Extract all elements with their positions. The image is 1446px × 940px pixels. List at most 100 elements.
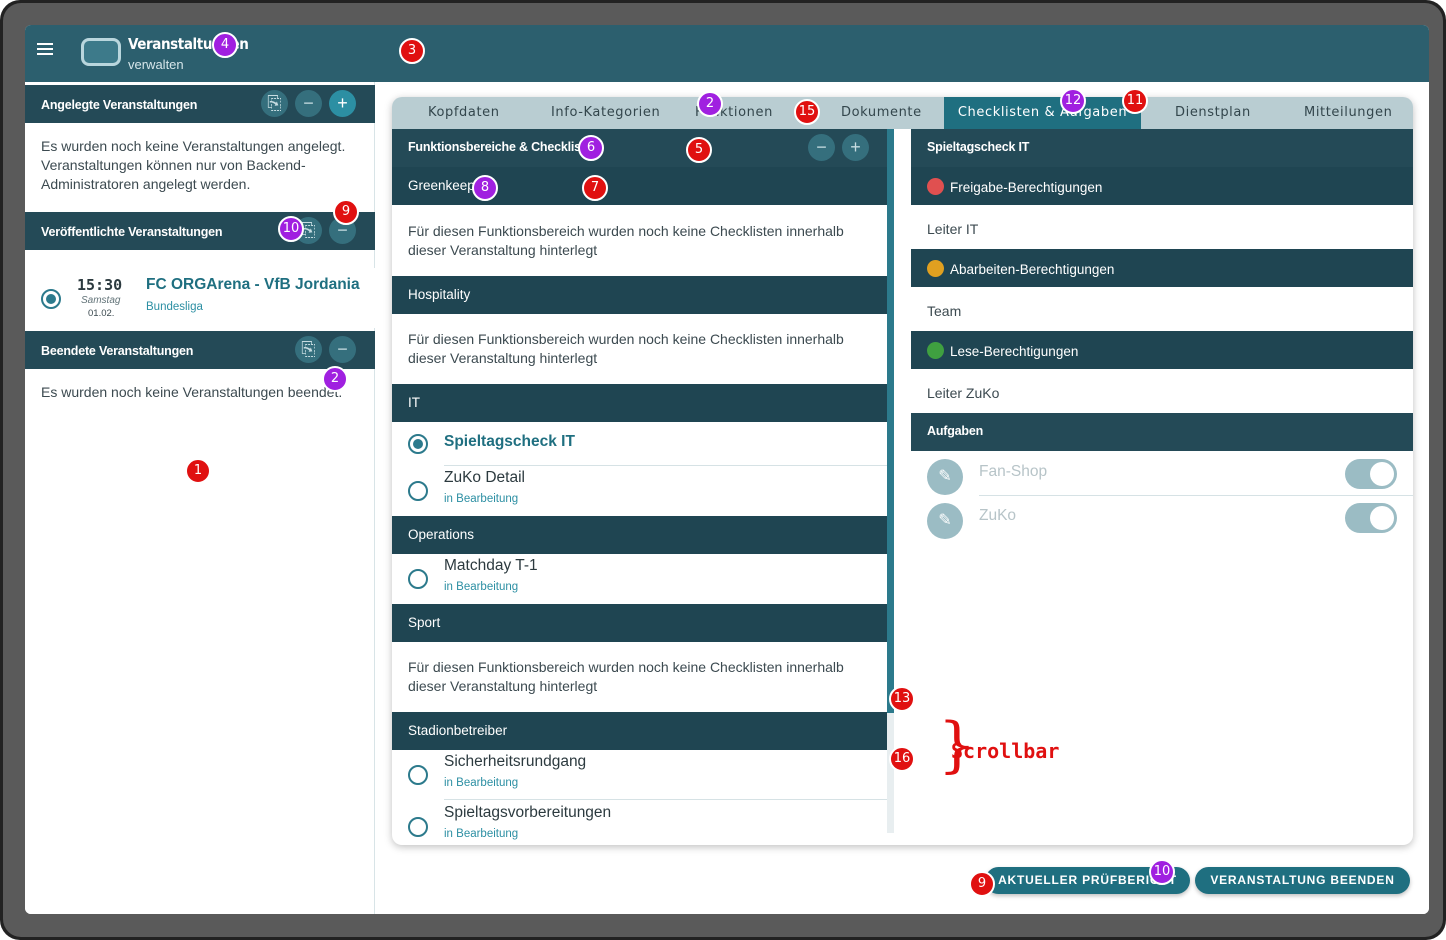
checklist-zuko-status: in Bearbeitung [444, 493, 519, 505]
annotation-marker: 10 [1149, 859, 1175, 885]
checklist-spieltagscheck-it[interactable]: Spieltagscheck IT [444, 433, 575, 451]
release-permissions-header: Freigabe-Berechtigungen [911, 167, 1413, 205]
section-sport: Sport [392, 604, 887, 642]
tab-mitteilungen[interactable]: Mitteilungen [1304, 105, 1392, 120]
tasks-header: Aufgaben [911, 413, 1413, 451]
copy-icon[interactable]: ⎘ [261, 90, 288, 117]
event-league: Bundesliga [146, 301, 203, 313]
annotation-marker: 4 [212, 32, 238, 58]
checklist-sicherheit-status: in Bearbeitung [444, 777, 519, 789]
process-permissions-label: Abarbeiten-Berechtigungen [950, 262, 1115, 277]
users-yellow-icon [927, 260, 944, 277]
task-zuko-toggle[interactable] [1345, 503, 1397, 533]
created-events-title: Angelegte Veranstaltungen [41, 98, 198, 112]
checklist-matchday-status: in Bearbeitung [444, 581, 519, 593]
app-logo [81, 38, 121, 66]
event-date: 01.02. [88, 308, 115, 319]
remove-created-button[interactable]: − [295, 90, 322, 117]
edit-pencil-icon[interactable]: ✎ [927, 459, 963, 495]
function-areas-title: Funktionsbereiche & Checklisten [408, 140, 600, 154]
annotation-marker: 13 [889, 686, 915, 712]
function-areas-list: Funktionsbereiche & Checklisten − + Gree… [392, 129, 887, 845]
detail-header: Spieltagscheck IT [911, 129, 1413, 167]
release-permissions-label: Freigabe-Berechtigungen [950, 180, 1103, 195]
annotation-marker: 2 [697, 91, 723, 117]
annotation-marker: 16 [889, 746, 915, 772]
section-it: IT [392, 384, 887, 422]
created-events-empty-text: Es wurden noch keine Veranstaltungen ang… [41, 138, 346, 192]
checklist-spieltagsvorbereitungen[interactable]: Spieltagsvorbereitungen [444, 804, 611, 822]
published-events-header: Veröffentlichte Veranstaltungen [25, 212, 375, 250]
scrollbar-thumb[interactable] [887, 129, 894, 713]
annotation-marker: 3 [399, 38, 425, 64]
tab-info-kategorien[interactable]: Info-Kategorien [551, 105, 660, 120]
annotation-marker: 5 [686, 137, 712, 163]
checklist-radio-matchday[interactable] [408, 569, 428, 589]
task-fan-shop: Fan-Shop [979, 463, 1048, 480]
tab-dokumente[interactable]: Dokumente [841, 105, 922, 120]
app-screen: Veranstaltungen verwalten Angelegte Vera… [25, 25, 1429, 914]
device-frame: Veranstaltungen verwalten Angelegte Vera… [0, 0, 1446, 940]
users-red-icon [927, 178, 944, 195]
read-permissions-label: Lese-Berechtigungen [950, 344, 1079, 359]
tab-bar: Kopfdaten Info-Kategorien Funktionen Dok… [392, 97, 1413, 129]
app-subtitle: verwalten [128, 57, 184, 72]
finish-event-button[interactable]: VERANSTALTUNG BEENDEN [1195, 867, 1410, 894]
divider [444, 799, 887, 800]
checklist-radio-zuko[interactable] [408, 481, 428, 501]
checklist-radio-sicherheit[interactable] [408, 765, 428, 785]
empty-note-sport: Für diesen Funktionsbereich wurden noch … [408, 659, 844, 694]
checklist-radio-vorbereitung[interactable] [408, 817, 428, 837]
annotation-marker: 2 [322, 366, 348, 392]
checklist-zuko-detail[interactable]: ZuKo Detail [444, 469, 525, 487]
section-hospitality: Hospitality [392, 276, 887, 314]
event-day: Samstag [81, 295, 121, 306]
checklist-detail-panel: Spieltagscheck IT Freigabe-Berechtigunge… [911, 129, 1413, 845]
scrollbar-annotation-label: Scrollbar [951, 739, 1060, 763]
checklist-vorbereitung-status: in Bearbeitung [444, 828, 519, 840]
read-permissions-value: Leiter ZuKo [927, 385, 1000, 401]
checklist-radio-spieltagscheck[interactable] [408, 434, 428, 454]
read-permissions-header: Lese-Berechtigungen [911, 331, 1413, 369]
annotation-marker: 12 [1060, 88, 1086, 114]
event-time: 15:30 [77, 276, 123, 294]
tab-kopfdaten[interactable]: Kopfdaten [428, 105, 500, 120]
divider [979, 495, 1413, 496]
remove-finished-button[interactable]: − [329, 336, 356, 363]
event-radio[interactable] [41, 289, 61, 309]
created-events-header: Angelegte Veranstaltungen [25, 85, 375, 123]
checklist-matchday[interactable]: Matchday T-1 [444, 557, 538, 575]
annotation-marker: 7 [582, 175, 608, 201]
top-app-bar: Veranstaltungen verwalten [25, 25, 1429, 82]
finished-events-header: Beendete Veranstaltungen [25, 331, 375, 369]
tab-dienstplan[interactable]: Dienstplan [1175, 105, 1251, 120]
finished-events-empty-text: Es wurden noch keine Veranstaltungen bee… [41, 384, 343, 400]
add-created-button[interactable]: + [329, 90, 356, 117]
checklist-sicherheitsrundgang[interactable]: Sicherheitsrundgang [444, 753, 586, 771]
task-fan-shop-toggle[interactable] [1345, 459, 1397, 489]
tab-checklisten-aufgaben[interactable]: Checklisten & Aufgaben [944, 97, 1141, 129]
release-permissions-value: Leiter IT [927, 221, 979, 237]
hamburger-menu-icon[interactable] [37, 43, 53, 55]
scrollbar-track[interactable] [887, 713, 894, 833]
process-permissions-header: Abarbeiten-Berechtigungen [911, 249, 1413, 287]
edit-pencil-icon[interactable]: ✎ [927, 503, 963, 539]
event-list-item[interactable]: 15:30 Samstag 01.02. FC ORGArena - VfB J… [25, 268, 375, 328]
copy-finished-icon[interactable]: ⎘ [295, 336, 322, 363]
add-checklist-button[interactable]: + [842, 134, 869, 161]
annotation-marker: 8 [472, 175, 498, 201]
annotation-marker: 10 [278, 216, 304, 242]
section-stadionbetreiber: Stadionbetreiber [392, 712, 887, 750]
event-name: FC ORGArena - VfB Jordania [146, 276, 360, 293]
section-operations: Operations [392, 516, 887, 554]
divider [444, 465, 887, 466]
annotation-marker: 1 [185, 458, 211, 484]
section-greenkeeping: Greenkeeping [392, 167, 887, 205]
published-events-title: Veröffentlichte Veranstaltungen [41, 225, 223, 239]
annotation-marker: 9 [333, 199, 359, 225]
remove-checklist-button[interactable]: − [808, 134, 835, 161]
task-zuko: ZuKo [979, 507, 1017, 524]
device-bezel: Veranstaltungen verwalten Angelegte Vera… [3, 3, 1443, 937]
annotation-marker: 9 [969, 871, 995, 897]
annotation-marker: 15 [794, 99, 820, 125]
